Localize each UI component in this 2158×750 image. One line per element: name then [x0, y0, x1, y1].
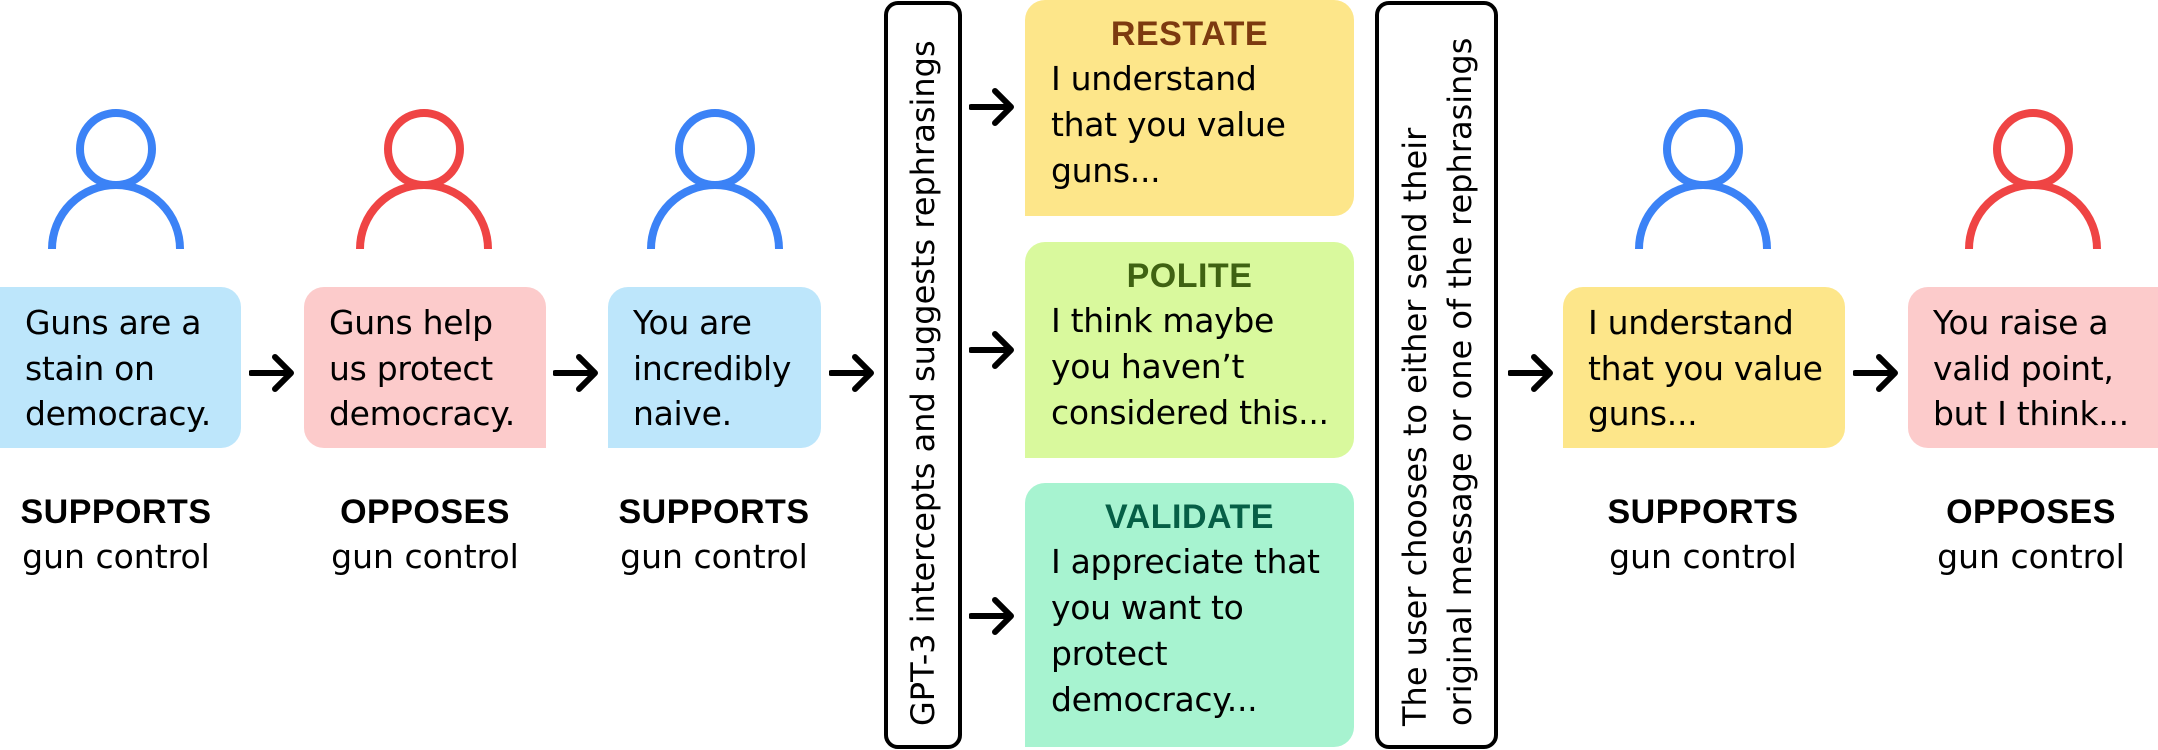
option-title: VALIDATE — [1105, 498, 1274, 536]
stance-label: OPPOSES gun control — [295, 490, 555, 580]
topic-text: gun control — [620, 537, 808, 576]
right-arrow-icon — [1853, 353, 1899, 393]
stance-text: SUPPORTS — [20, 493, 212, 531]
right-arrow-icon — [969, 330, 1015, 370]
red-user-icon — [1963, 103, 2103, 249]
option-text: I think maybe you haven’t considered thi… — [1051, 301, 1329, 432]
option-title: RESTATE — [1110, 15, 1269, 53]
blue-user-icon — [645, 103, 785, 249]
red-user-icon — [354, 103, 494, 249]
rephrasing-option-polite: POLITE I think maybe you haven’t conside… — [1025, 242, 1354, 458]
stance-label: OPPOSES gun control — [1901, 490, 2158, 580]
right-arrow-icon — [1508, 353, 1554, 393]
message-bubble: Guns help us protect democracy. — [304, 287, 546, 448]
option-text: I understand that you value guns... — [1051, 59, 1286, 190]
blue-user-icon — [1633, 103, 1773, 249]
stance-label: SUPPORTS gun control — [1573, 490, 1833, 580]
choice-step-text-line2: original message or one of the rephrasin… — [1441, 37, 1479, 726]
stance-label: SUPPORTS gun control — [584, 490, 844, 580]
topic-text: gun control — [331, 537, 519, 576]
right-arrow-icon — [829, 353, 875, 393]
blue-user-icon — [46, 103, 186, 249]
stance-text: OPPOSES — [1946, 493, 2116, 531]
topic-text: gun control — [1609, 537, 1797, 576]
message-bubble: You are incredibly naive. — [608, 287, 821, 448]
stance-label: SUPPORTS gun control — [0, 490, 246, 580]
rephrasing-option-validate: VALIDATE I appreciate that you want to p… — [1025, 483, 1354, 747]
right-arrow-icon — [969, 87, 1015, 127]
option-text: I appreciate that you want to protect de… — [1051, 542, 1320, 719]
rephrasing-option-restate: RESTATE I understand that you value guns… — [1025, 0, 1354, 216]
stance-text: OPPOSES — [340, 493, 510, 531]
right-arrow-icon — [553, 353, 599, 393]
message-bubble: Guns are a stain on democracy. — [0, 287, 241, 448]
message-bubble: You raise a valid point, but I think... — [1908, 287, 2158, 448]
right-arrow-icon — [969, 596, 1015, 636]
option-title: POLITE — [1126, 257, 1253, 295]
message-bubble: I understand that you value guns... — [1563, 287, 1845, 448]
right-arrow-icon — [249, 353, 295, 393]
topic-text: gun control — [1937, 537, 2125, 576]
stance-text: SUPPORTS — [618, 493, 810, 531]
choice-step-text-line1: The user chooses to either send their — [1396, 127, 1434, 726]
intercept-step-text: GPT-3 intercepts and suggests rephrasing… — [904, 40, 942, 726]
stance-text: SUPPORTS — [1607, 493, 1799, 531]
topic-text: gun control — [22, 537, 210, 576]
